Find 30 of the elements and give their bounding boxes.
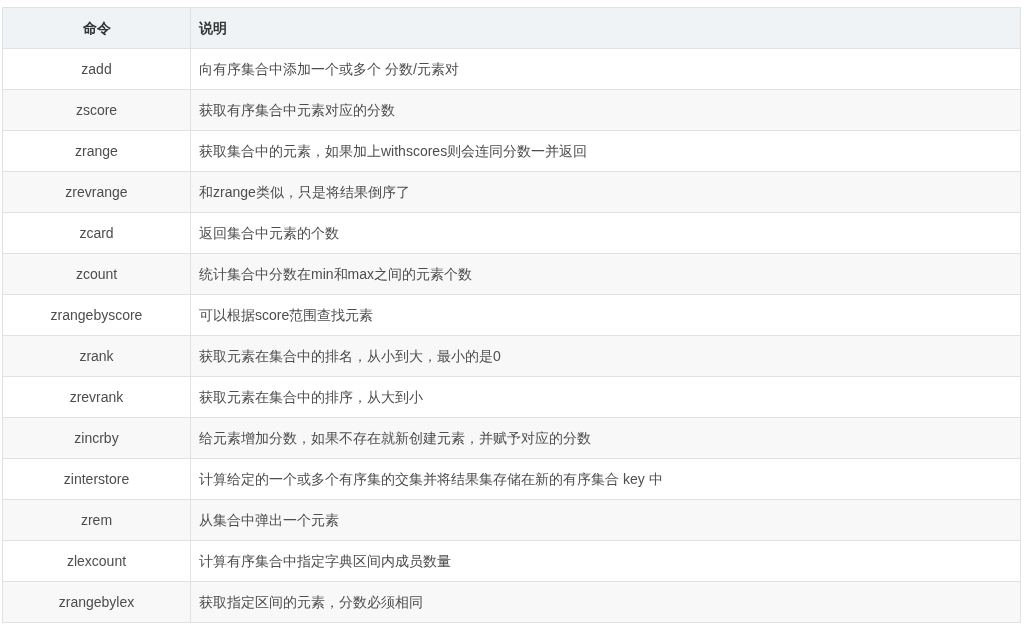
table-cell: zadd [2,48,191,90]
table-cell: 和zrange类似，只是将结果倒序了 [190,171,1021,213]
table-cell: 可以根据score范围查找元素 [190,294,1021,336]
table-cell: zinterstore [2,458,191,500]
table-cell: zrevrank [2,376,191,418]
table-cell: zrevrange [2,171,191,213]
column-header: 说明 [190,7,1021,49]
table-cell: 获取指定区间的元素，分数必须相同 [190,581,1021,623]
table-cell: 计算给定的一个或多个有序集的交集并将结果集存储在新的有序集合 key 中 [190,458,1021,500]
table-cell: zcount [2,253,191,295]
table-cell: zscore [2,89,191,131]
table-cell: 获取集合中的元素，如果加上withscores则会连同分数一并返回 [190,130,1021,172]
table-cell: zrank [2,335,191,377]
table-cell: 获取有序集合中元素对应的分数 [190,89,1021,131]
table-cell: 获取元素在集合中的排序，从大到小 [190,376,1021,418]
table-cell: zrem [2,499,191,541]
table-cell: 向有序集合中添加一个或多个 分数/元素对 [190,48,1021,90]
column-header: 命令 [2,7,191,49]
table-cell: 统计集合中分数在min和max之间的元素个数 [190,253,1021,295]
table-cell: 从集合中弹出一个元素 [190,499,1021,541]
table-cell: 获取元素在集合中的排名，从小到大，最小的是0 [190,335,1021,377]
table-cell: zlexcount [2,540,191,582]
table-cell: zcard [2,212,191,254]
table-cell: zincrby [2,417,191,459]
table-cell: 返回集合中元素的个数 [190,212,1021,254]
table-cell: zrangebyscore [2,294,191,336]
table-cell: zrange [2,130,191,172]
table-cell: 计算有序集合中指定字典区间内成员数量 [190,540,1021,582]
table-cell: zrangebylex [2,581,191,623]
table-cell: 给元素增加分数，如果不存在就新创建元素，并赋予对应的分数 [190,417,1021,459]
